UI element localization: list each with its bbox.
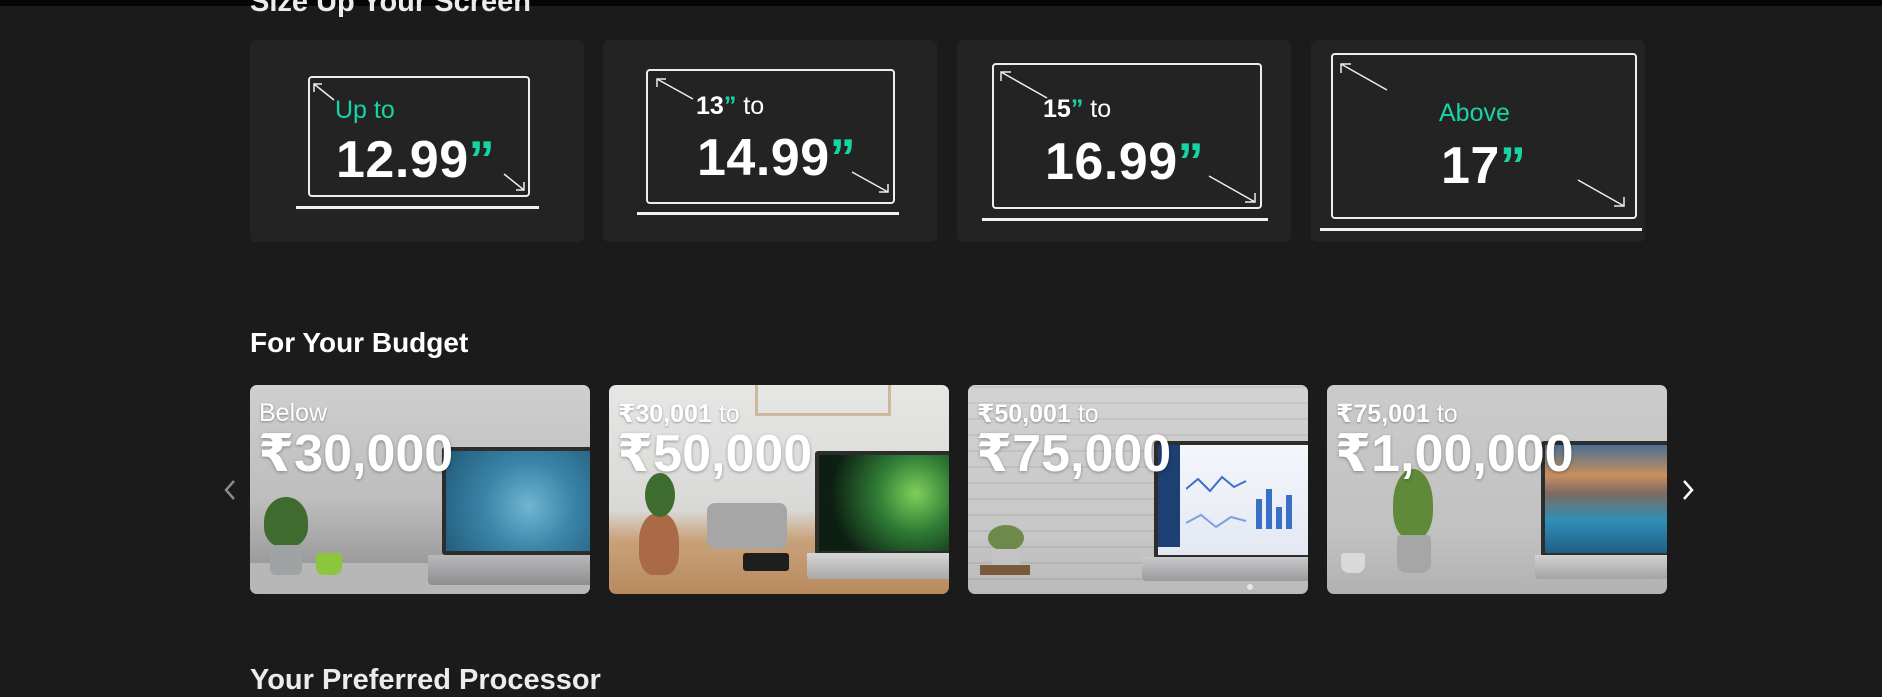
screen-size-card-15-to-16[interactable]: 15” to 16.99” xyxy=(957,40,1291,242)
mug-image xyxy=(316,553,342,575)
size-prefix: 15” to xyxy=(1043,95,1112,123)
plant-pot xyxy=(270,545,302,575)
arrow-diagonal-icon xyxy=(503,173,525,191)
arrow-diagonal-icon xyxy=(1340,63,1388,91)
books-image xyxy=(980,565,1030,575)
speaker-image xyxy=(743,553,789,571)
laptop-base-line xyxy=(296,206,539,209)
flower-image xyxy=(988,525,1024,551)
size-value: 16.99” xyxy=(1045,133,1205,191)
size-value: 12.99” xyxy=(336,131,496,189)
dashboard-chart xyxy=(1186,475,1292,529)
screen-section-title: Size Up Your Screen xyxy=(250,0,531,18)
flower-pot xyxy=(992,549,1020,565)
carousel-prev-button[interactable] xyxy=(218,472,242,508)
budget-amount: ₹75,000 xyxy=(976,425,1172,483)
budget-amount: ₹1,00,000 xyxy=(1335,425,1574,483)
budget-card-75001-to-100000[interactable]: ₹75,001 to ₹1,00,000 xyxy=(1327,385,1667,594)
pillow-image xyxy=(707,503,787,549)
arrow-diagonal-icon xyxy=(1208,175,1256,203)
budget-card-50001-to-75000[interactable]: ₹50,001 to ₹75,000 xyxy=(968,385,1308,594)
size-prefix: Up to xyxy=(335,96,395,124)
carousel-dot xyxy=(1247,584,1253,590)
laptop-base-line xyxy=(1320,228,1642,231)
arrow-diagonal-icon xyxy=(313,83,335,101)
screen-size-card-above-17[interactable]: Above 17” xyxy=(1311,40,1645,242)
processor-section-title: Your Preferred Processor xyxy=(250,664,601,696)
plant-pot xyxy=(1397,535,1431,573)
cup-image xyxy=(1341,553,1365,573)
screen-size-card-13-to-14[interactable]: 13” to 14.99” xyxy=(603,40,937,242)
size-value: 14.99” xyxy=(697,129,857,187)
arrow-diagonal-icon xyxy=(1000,71,1048,99)
budget-section-title: For Your Budget xyxy=(250,327,469,358)
laptop-base-line xyxy=(637,212,899,215)
size-prefix: 13” to xyxy=(696,92,765,120)
plant-image xyxy=(264,497,308,547)
budget-amount: ₹50,000 xyxy=(617,425,813,483)
picture-frame xyxy=(755,385,891,416)
arrow-diagonal-icon xyxy=(1577,179,1625,207)
size-value: 17” xyxy=(1441,137,1527,195)
screen-size-card-up-to-12[interactable]: Up to 12.99” xyxy=(250,40,584,242)
budget-amount: ₹30,000 xyxy=(258,425,454,483)
size-prefix: Above xyxy=(1439,99,1510,127)
budget-card-30001-to-50000[interactable]: ₹30,001 to ₹50,000 xyxy=(609,385,949,594)
laptop-base-line xyxy=(982,218,1268,221)
budget-card-below-30000[interactable]: Below ₹30,000 xyxy=(250,385,590,594)
vase-image xyxy=(639,513,679,575)
budget-range-label: Below xyxy=(259,399,328,427)
arrow-diagonal-icon xyxy=(656,78,694,100)
chevron-right-icon xyxy=(1683,480,1694,500)
chevron-left-icon xyxy=(224,480,235,500)
carousel-next-button[interactable] xyxy=(1676,472,1700,508)
